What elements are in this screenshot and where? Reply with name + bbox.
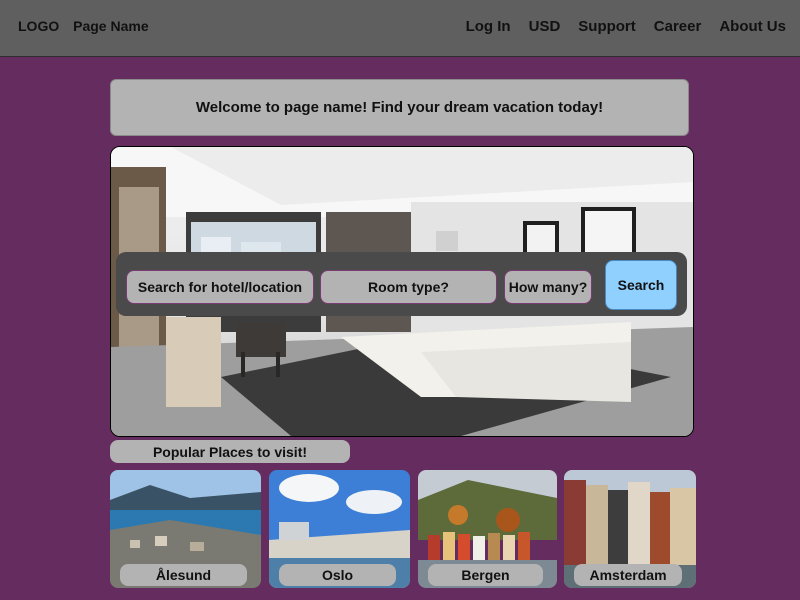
place-label: Ålesund [120, 564, 247, 586]
place-card-bergen[interactable]: Bergen [418, 470, 557, 588]
welcome-banner: Welcome to page name! Find your dream va… [110, 79, 689, 136]
place-card-amsterdam[interactable]: Amsterdam [564, 470, 696, 588]
nav-currency[interactable]: USD [529, 18, 561, 35]
guest-count-select[interactable]: How many? [504, 270, 592, 304]
search-button[interactable]: Search [605, 260, 677, 310]
nav-about-us[interactable]: About Us [719, 18, 786, 35]
place-label: Bergen [428, 564, 543, 586]
popular-places-title: Popular Places to visit! [152, 443, 308, 460]
nav-career[interactable]: Career [654, 18, 702, 35]
location-search-input[interactable]: Search for hotel/location [126, 270, 314, 304]
nav-support[interactable]: Support [578, 18, 636, 35]
place-card-oslo[interactable]: Oslo [269, 470, 410, 588]
logo: LOGO [18, 18, 60, 34]
nav-login[interactable]: Log In [466, 18, 511, 35]
main-nav: Log In USD Support Career About Us [466, 18, 786, 35]
place-card-alesund[interactable]: Ålesund [110, 470, 261, 588]
place-label: Oslo [279, 564, 396, 586]
brand[interactable]: LOGO Page Name [18, 18, 149, 34]
page-name: Page Name [73, 18, 149, 34]
welcome-text: Welcome to page name! Find your dream va… [195, 99, 604, 116]
top-navbar: LOGO Page Name Log In USD Support Career… [0, 0, 800, 57]
place-label: Amsterdam [574, 564, 682, 586]
room-type-select[interactable]: Room type? [320, 270, 497, 304]
popular-places-heading: Popular Places to visit! [110, 440, 350, 463]
search-bar: Search for hotel/location Room type? How… [116, 252, 687, 316]
